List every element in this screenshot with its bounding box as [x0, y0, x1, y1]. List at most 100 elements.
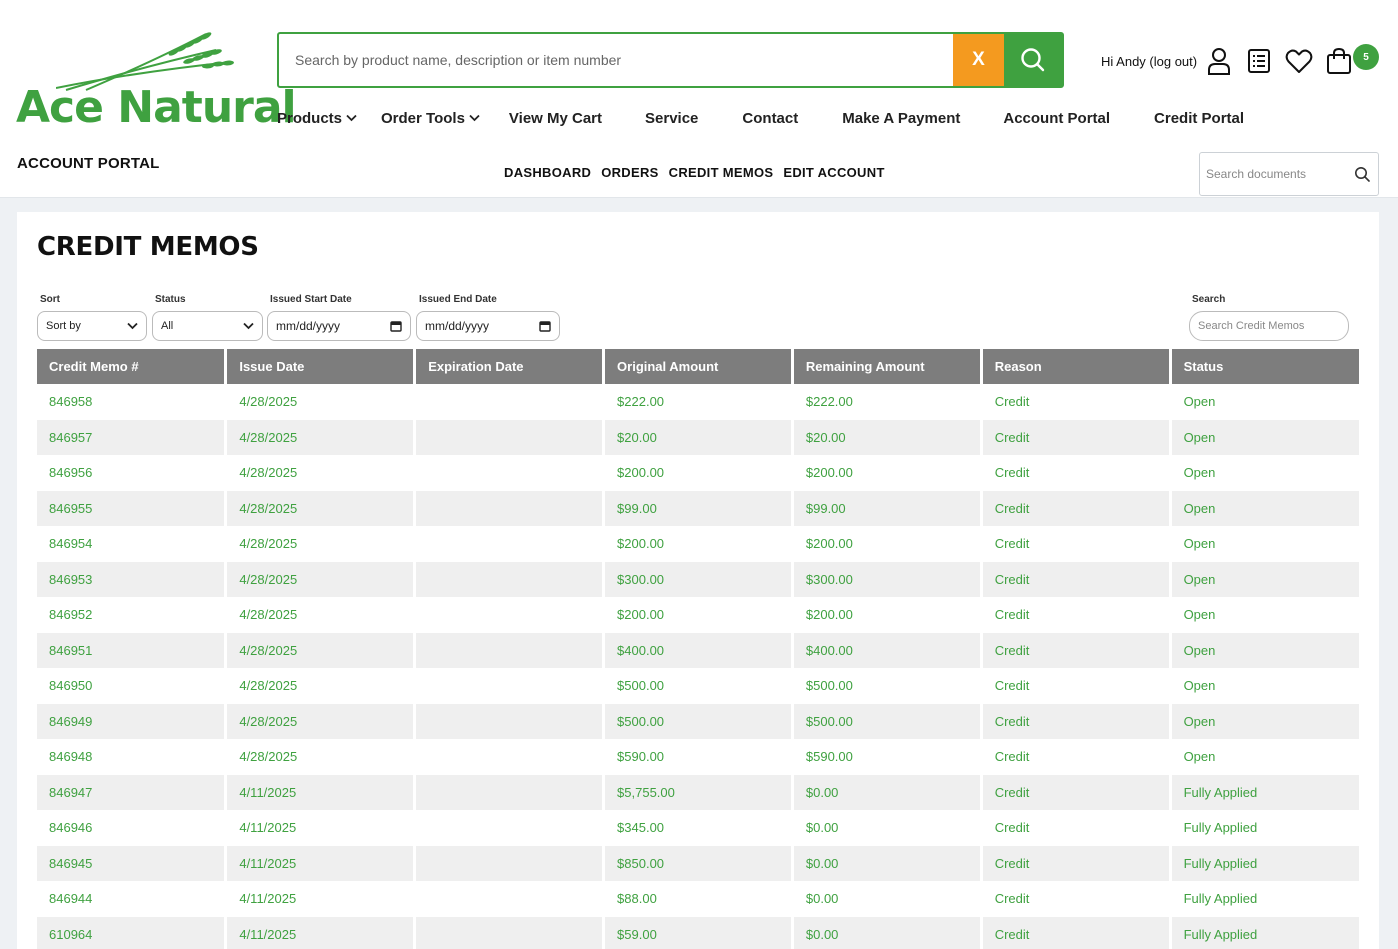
- cell-credit-memo-number[interactable]: 846945: [37, 845, 228, 881]
- account-icon[interactable]: [1205, 46, 1233, 76]
- issued-start-date-label: Issued Start Date: [270, 294, 352, 305]
- document-search-input[interactable]: [1200, 167, 1354, 181]
- cell-remaining-amount: $500.00: [792, 668, 983, 704]
- cell-credit-memo-number[interactable]: 846944: [37, 881, 228, 917]
- column-header-issue-date[interactable]: Issue Date: [225, 349, 417, 384]
- cart-count-badge[interactable]: 5: [1353, 44, 1379, 70]
- table-row[interactable]: 846950 4/28/2025 $500.00 $500.00 Credit Open: [37, 668, 1359, 704]
- cell-issue-date: 4/28/2025: [225, 490, 417, 526]
- cell-remaining-amount: $200.00: [792, 597, 983, 633]
- cell-issue-date: 4/28/2025: [225, 597, 417, 633]
- cell-credit-memo-number[interactable]: 846956: [37, 455, 228, 491]
- table-row[interactable]: 846957 4/28/2025 $20.00 $20.00 Credit Open: [37, 419, 1359, 455]
- table-row[interactable]: 846945 4/11/2025 $850.00 $0.00 Credit Fully A…: [37, 845, 1359, 881]
- subnav-credit-memos[interactable]: CREDIT MEMOS: [669, 165, 774, 180]
- table-row[interactable]: 846952 4/28/2025 $200.00 $200.00 Credit Open: [37, 597, 1359, 633]
- site-header: Ace Natural X Hi Andy (log out) 5 Produc…: [0, 0, 1398, 198]
- cell-status: Open: [1183, 394, 1216, 410]
- nav-credit-portal[interactable]: Credit Portal: [1154, 110, 1244, 127]
- issued-start-date-input[interactable]: mm/dd/yyyy: [267, 311, 411, 341]
- column-header-expiration-date[interactable]: Expiration Date: [414, 349, 606, 384]
- table-row[interactable]: 846944 4/11/2025 $88.00 $0.00 Credit Fully Ap…: [37, 881, 1359, 917]
- cell-status: Fully Applied: [1170, 774, 1359, 810]
- main-nav: Products Order Tools View My Cart Servic…: [277, 106, 1244, 130]
- table-row[interactable]: 846955 4/28/2025 $99.00 $99.00 Credit Open: [37, 490, 1359, 526]
- issued-end-date-label: Issued End Date: [419, 294, 497, 305]
- cell-remaining-amount: $99.00: [792, 490, 983, 526]
- cell-remaining-amount: $0.00: [792, 774, 983, 810]
- subnav-dashboard[interactable]: DASHBOARD: [504, 165, 591, 180]
- cell-credit-memo-number[interactable]: 846946: [37, 810, 228, 846]
- cell-credit-memo-number[interactable]: 846949: [37, 703, 228, 739]
- heart-icon[interactable]: [1285, 46, 1313, 76]
- cell-credit-memo-number[interactable]: 846954: [37, 526, 228, 562]
- search-icon[interactable]: [1354, 166, 1370, 182]
- table-row[interactable]: 846953 4/28/2025 $300.00 $300.00 Credit Open: [37, 561, 1359, 597]
- status-select-value: All: [161, 320, 174, 332]
- cell-reason: Credit: [981, 668, 1172, 704]
- nav-account-portal[interactable]: Account Portal: [1003, 110, 1110, 127]
- issued-end-date-input[interactable]: mm/dd/yyyy: [416, 311, 560, 341]
- cell-credit-memo-number[interactable]: 846958: [37, 384, 228, 420]
- table-row[interactable]: 610964 4/11/2025 $59.00 $0.00 Credit Fully Ap…: [37, 916, 1359, 949]
- cell-issue-date: 4/28/2025: [225, 739, 417, 775]
- cell-credit-memo-number[interactable]: 846955: [37, 490, 228, 526]
- subnav-orders[interactable]: ORDERS: [601, 165, 658, 180]
- nav-view-my-cart[interactable]: View My Cart: [509, 110, 602, 127]
- cell-original-amount: $99.00: [603, 490, 794, 526]
- cell-original-amount: $88.00: [603, 881, 794, 917]
- search-button[interactable]: [1004, 34, 1062, 86]
- nav-service[interactable]: Service: [645, 110, 698, 127]
- column-header-original-amount[interactable]: Original Amount: [603, 349, 794, 384]
- cell-original-amount: $222.00: [603, 384, 794, 420]
- nav-products[interactable]: Products: [277, 110, 357, 127]
- table-row[interactable]: 846954 4/28/2025 $200.00 $200.00 Credit Open: [37, 526, 1359, 562]
- memo-search-input[interactable]: Search Credit Memos: [1189, 311, 1349, 341]
- product-search-input[interactable]: [279, 34, 953, 86]
- nav-order-tools[interactable]: Order Tools: [381, 110, 480, 127]
- table-row[interactable]: 846948 4/28/2025 $590.00 $590.00 Credit Open: [37, 739, 1359, 775]
- column-header-status[interactable]: Status: [1170, 349, 1359, 384]
- table-row[interactable]: 846956 4/28/2025 $200.00 $200.00 Credit Open: [37, 455, 1359, 491]
- table-row[interactable]: 846949 4/28/2025 $500.00 $500.00 Credit Open: [37, 703, 1359, 739]
- cell-credit-memo-number[interactable]: 846957: [37, 419, 228, 455]
- cell-issue-date: 4/28/2025: [225, 455, 417, 491]
- cell-remaining-amount: $500.00: [792, 703, 983, 739]
- ace-natural-logo[interactable]: Ace Natural: [16, 30, 297, 133]
- column-header-remaining-amount[interactable]: Remaining Amount: [792, 349, 983, 384]
- clear-search-button[interactable]: X: [953, 34, 1004, 86]
- cell-credit-memo-number[interactable]: 846952: [37, 597, 228, 633]
- order-list-icon[interactable]: [1245, 46, 1273, 76]
- cell-credit-memo-number[interactable]: 610964: [37, 916, 228, 949]
- cell-credit-memo-number[interactable]: 846948: [37, 739, 228, 775]
- cell-reason: Credit: [981, 632, 1172, 668]
- cell-status: Fully Applied: [1183, 891, 1258, 907]
- table-row[interactable]: 846951 4/28/2025 $400.00 $400.00 Credit Open: [37, 632, 1359, 668]
- cell-credit-memo-number[interactable]: 846950: [37, 668, 228, 704]
- subnav-edit-account[interactable]: EDIT ACCOUNT: [783, 165, 884, 180]
- cell-reason: Credit: [981, 384, 1172, 420]
- sort-select[interactable]: Sort by: [37, 311, 147, 341]
- table-row[interactable]: 846958 4/28/2025 $222.00 $222.00 Credit Open: [37, 384, 1359, 420]
- user-greeting[interactable]: Hi Andy (log out): [1101, 54, 1197, 69]
- column-header-credit-memo-number[interactable]: Credit Memo #: [37, 349, 228, 384]
- portal-sub-nav: DASHBOARD ORDERS CREDIT MEMOS EDIT ACCOU…: [504, 165, 895, 180]
- cell-credit-memo-number[interactable]: 846951: [37, 632, 228, 668]
- chevron-down-icon: [469, 114, 480, 122]
- shopping-bag-icon[interactable]: [1325, 46, 1353, 76]
- cell-issue-date: 4/28/2025: [225, 668, 417, 704]
- cell-reason: Credit: [981, 845, 1172, 881]
- column-header-reason[interactable]: Reason: [981, 349, 1172, 384]
- calendar-icon[interactable]: [390, 320, 402, 332]
- chevron-down-icon: [346, 114, 357, 122]
- status-select[interactable]: All: [152, 311, 263, 341]
- table-row[interactable]: 846946 4/11/2025 $345.00 $0.00 Credit Fully A…: [37, 810, 1359, 846]
- cell-credit-memo-number[interactable]: 846953: [37, 561, 228, 597]
- cell-original-amount: $300.00: [603, 561, 794, 597]
- table-row[interactable]: 846947 4/11/2025 $5,755.00 $0.00 Credit Fully…: [37, 774, 1359, 810]
- cell-credit-memo-number[interactable]: 846947: [37, 774, 228, 810]
- cell-original-amount: $850.00: [603, 845, 794, 881]
- nav-make-a-payment[interactable]: Make A Payment: [842, 110, 960, 127]
- nav-contact[interactable]: Contact: [742, 110, 798, 127]
- calendar-icon[interactable]: [539, 320, 551, 332]
